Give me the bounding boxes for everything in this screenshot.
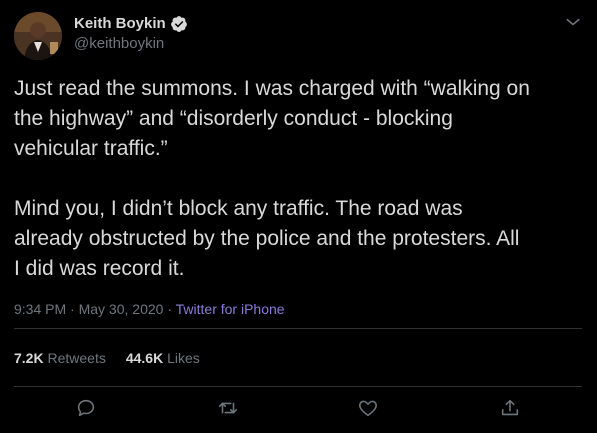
heart-icon[interactable] <box>357 397 379 419</box>
likes-label: Likes <box>167 350 200 366</box>
meta-separator: · <box>163 301 176 317</box>
divider <box>14 328 582 329</box>
tweet-text: Just read the summons. I was charged wit… <box>14 77 530 280</box>
reply-icon[interactable] <box>75 397 97 419</box>
retweets-count: 7.2K <box>14 350 44 366</box>
tweet-meta: 9:34 PM · May 30, 2020 · Twitter for iPh… <box>14 299 285 319</box>
retweets-label: Retweets <box>47 350 106 366</box>
likes-count: 44.6K <box>125 350 164 366</box>
avatar-photo <box>14 12 62 60</box>
verified-badge-icon <box>170 15 188 33</box>
author-handle[interactable]: @keithboykin <box>74 35 164 53</box>
avatar[interactable] <box>14 12 62 60</box>
retweet-icon[interactable] <box>217 397 239 419</box>
chevron-down-icon[interactable] <box>563 12 583 32</box>
retweets-stat[interactable]: 7.2K Retweets <box>14 348 106 368</box>
tweet-time[interactable]: 9:34 PM <box>14 301 66 317</box>
author-name-row: Keith Boykin <box>74 15 188 33</box>
tweet-date[interactable]: May 30, 2020 <box>79 301 164 317</box>
divider <box>14 386 582 387</box>
meta-separator: · <box>66 301 79 317</box>
tweet-actions <box>0 393 597 423</box>
tweet-card: Keith Boykin @keithboykin Just read the … <box>0 0 597 433</box>
share-icon[interactable] <box>499 397 521 419</box>
tweet-stats: 7.2K Retweets 44.6K Likes <box>14 348 200 368</box>
tweet-source-link[interactable]: Twitter for iPhone <box>176 301 285 317</box>
display-name[interactable]: Keith Boykin <box>74 15 166 33</box>
likes-stat[interactable]: 44.6K Likes <box>126 348 200 368</box>
